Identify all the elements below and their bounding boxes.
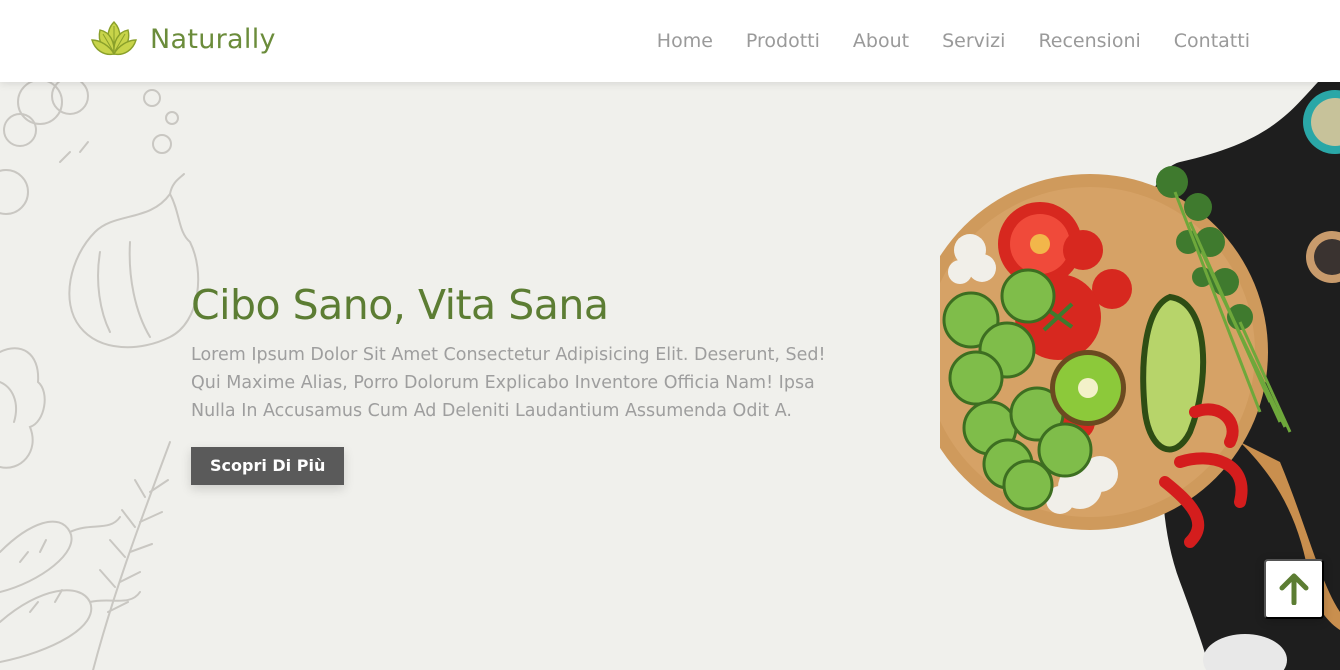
hero-description: Lorem Ipsum Dolor Sit Amet Consectetur A…	[191, 345, 826, 421]
back-to-top-button[interactable]	[1264, 559, 1324, 619]
nav-contatti[interactable]: Contatti	[1174, 30, 1250, 52]
nav-prodotti[interactable]: Prodotti	[746, 30, 820, 52]
nav-home[interactable]: Home	[657, 30, 713, 52]
site-header: Naturally Home Prodotti About Servizi Re…	[0, 0, 1340, 82]
vegetable-sketch-illustration	[0, 82, 200, 670]
nav-recensioni[interactable]: Recensioni	[1038, 30, 1140, 52]
hero-title: Cibo Sano, Vita Sana	[191, 281, 609, 329]
arrow-up-icon	[1279, 573, 1309, 605]
hero-content: Cibo Sano, Vita Sana Lorem Ipsum Dolor S…	[191, 279, 851, 485]
main-nav: Home Prodotti About Servizi Recensioni C…	[624, 0, 1250, 82]
brand-logo[interactable]: Naturally	[90, 18, 276, 60]
nav-servizi[interactable]: Servizi	[942, 30, 1005, 52]
scopri-di-piu-button[interactable]: Scopri Di Più	[191, 447, 345, 485]
nav-about[interactable]: About	[853, 30, 909, 52]
hero-section: Cibo Sano, Vita Sana Lorem Ipsum Dolor S…	[0, 82, 1340, 670]
brand-name: Naturally	[150, 23, 276, 55]
leaf-lotus-icon	[91, 21, 137, 56]
